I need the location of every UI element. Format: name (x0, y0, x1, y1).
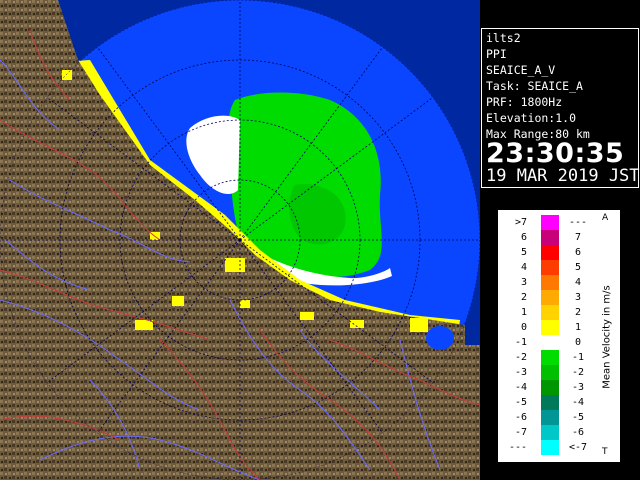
scan-date: 19 MAR 2019 JST (486, 166, 640, 186)
legend-right-value: 1 (574, 322, 582, 333)
legend-title: Mean Velocity in m/s (599, 219, 615, 455)
lake (426, 326, 454, 350)
legend-swatch (541, 215, 559, 230)
legend-left-value: 3 (520, 277, 527, 288)
legend-right-value: 2 (574, 307, 582, 318)
legend-swatch (541, 410, 559, 425)
legend-swatch (541, 305, 559, 320)
legend-left-value: -3 (514, 367, 527, 378)
legend-swatch (541, 260, 559, 275)
legend-right-value: -5 (571, 412, 585, 423)
legend-right-value: 0 (574, 337, 582, 348)
legend-bottom-mark: T (602, 447, 608, 457)
legend-left-value: 1 (520, 307, 527, 318)
legend-left-value: 2 (520, 292, 527, 303)
legend-right-value: 4 (574, 277, 582, 288)
legend-swatch (541, 245, 559, 260)
product-info-box: ilts2 PPI SEAICE_A_V Task: SEAICE_A PRF:… (481, 28, 640, 188)
legend-swatch (541, 335, 559, 350)
product-type: PPI (486, 47, 507, 61)
legend-right-value: -2 (571, 367, 585, 378)
legend-left-value: -7 (514, 427, 527, 438)
site-name: ilts2 (486, 31, 521, 45)
legend-right-value: 6 (574, 247, 582, 258)
legend-swatch (541, 230, 559, 245)
legend-left-value: >7 (514, 217, 527, 228)
legend-right-value: -6 (571, 427, 585, 438)
prf-value: PRF: 1800Hz (486, 95, 563, 109)
legend-left-value: --- (508, 442, 527, 453)
legend-right-value: --- (568, 217, 588, 228)
legend-swatch (541, 350, 559, 365)
legend-right-value: 3 (574, 292, 582, 303)
legend-title-text: Mean Velocity in m/s (601, 285, 613, 389)
radar-map-svg (0, 0, 480, 480)
legend-left-value: -1 (514, 337, 527, 348)
legend-swatch (541, 320, 559, 335)
legend-swatch (541, 290, 559, 305)
legend-left-value: -6 (514, 412, 527, 423)
task-name: Task: SEAICE_A (486, 79, 583, 93)
legend-right-value: 5 (574, 262, 582, 273)
velocity-legend: >7 --- 6 7 5 6 4 5 3 4 2 3 1 2 0 1 -1 0 -2 -1 -3 -2 -4 -3 -5 -4 -6… (498, 210, 620, 462)
legend-swatch (541, 440, 559, 455)
radar-ppi-map[interactable] (0, 0, 480, 480)
legend-left-value: 4 (520, 262, 527, 273)
legend-right-value: -3 (571, 382, 585, 393)
legend-swatch (541, 395, 559, 410)
legend-left-value: 6 (520, 232, 527, 243)
legend-swatch (541, 275, 559, 290)
legend-right-value: -4 (571, 397, 585, 408)
legend-right-value: -1 (571, 352, 585, 363)
legend-left-value: 0 (520, 322, 527, 333)
legend-left-value: -5 (514, 397, 527, 408)
product-name: SEAICE_A_V (486, 63, 556, 77)
legend-left-value: -4 (514, 382, 527, 393)
legend-swatch (541, 380, 559, 395)
info-panel: ilts2 PPI SEAICE_A_V Task: SEAICE_A PRF:… (480, 0, 640, 480)
elevation-value: Elevation:1.0 (486, 111, 577, 125)
legend-swatch (541, 365, 559, 380)
legend-left-value: -2 (514, 352, 527, 363)
legend-left-value: 5 (520, 247, 527, 258)
legend-right-value: 7 (574, 232, 582, 243)
legend-swatch (541, 425, 559, 440)
legend-right-value: <-7 (568, 442, 588, 453)
scan-time: 23:30:35 (486, 138, 625, 169)
